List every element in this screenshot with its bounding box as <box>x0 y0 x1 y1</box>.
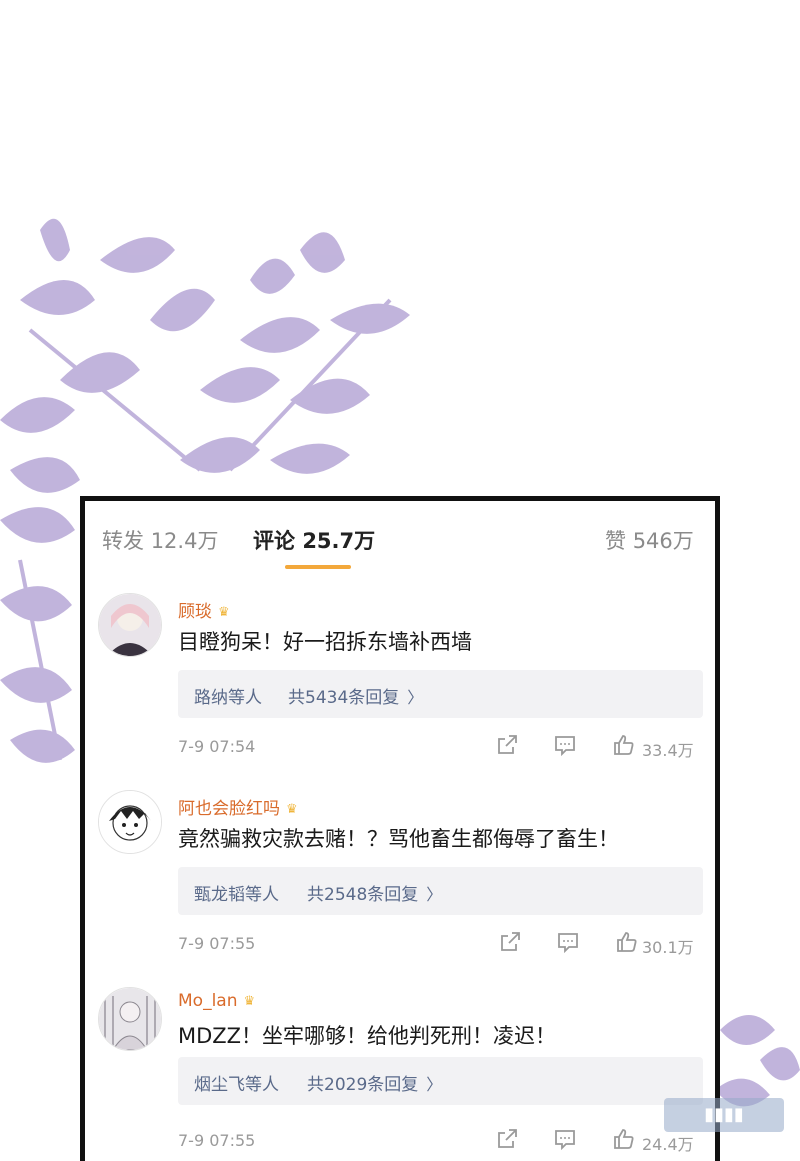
comment-text: MDZZ！坐牢哪够！给他判死刑！凌迟！ <box>178 1024 557 1048</box>
site-watermark: ▮▮▮▮ <box>664 1098 784 1132</box>
comment-item: 阿也会脸红吗 ♛ 竟然骗救灾款去赌！？骂他畜生都侮辱了畜生！ 甄龙韬等人 共254… <box>85 790 715 986</box>
chevron-right-icon: 〉 <box>426 1075 443 1094</box>
avatar[interactable] <box>98 987 162 1051</box>
replies-count-text: 共2548条回复 <box>307 885 419 905</box>
tab-likes-count: 546万 <box>632 529 694 553</box>
tab-reposts-count: 12.4万 <box>150 529 219 553</box>
tab-likes[interactable]: 赞 546万 <box>605 525 694 555</box>
replies-users: 路纳等人 <box>194 688 262 708</box>
username[interactable]: Mo_lan ♛ <box>178 991 255 1011</box>
tab-reposts-label: 转发 <box>102 529 144 553</box>
replies-count: 共2548条回复〉 <box>307 880 442 905</box>
avatar-image-icon <box>99 594 161 656</box>
share-icon[interactable] <box>495 1127 519 1151</box>
tab-comments-label: 评论 <box>253 529 295 553</box>
timestamp: 7-9 07:54 <box>178 737 256 756</box>
like-count: 30.1万 <box>642 938 694 957</box>
like-count: 24.4万 <box>642 1135 694 1154</box>
active-tab-indicator <box>285 565 351 569</box>
replies-users: 烟尘飞等人 <box>194 1075 279 1095</box>
replies-preview[interactable]: 路纳等人 共5434条回复〉 <box>178 670 703 718</box>
timestamp: 7-9 07:55 <box>178 934 256 953</box>
share-icon[interactable] <box>498 930 522 954</box>
comment-item: 顾琰 ♛ 目瞪狗呆！好一招拆东墙补西墙 路纳等人 共5434条回复〉 7-9 07… <box>85 593 715 789</box>
crown-badge-icon: ♛ <box>243 994 256 1009</box>
tab-reposts[interactable]: 转发 12.4万 <box>102 525 218 555</box>
thumbs-up-icon[interactable] <box>615 930 639 954</box>
replies-preview[interactable]: 烟尘飞等人 共2029条回复〉 <box>178 1057 703 1105</box>
username[interactable]: 顾琰 ♛ <box>178 597 230 622</box>
replies-count-text: 共2029条回复 <box>307 1075 419 1095</box>
tab-bar: 转发 12.4万 评论 25.7万 赞 546万 <box>85 501 715 571</box>
thumbs-up-icon[interactable] <box>612 1127 636 1151</box>
replies-count: 共5434条回复〉 <box>288 683 423 708</box>
username-text: Mo_lan <box>178 991 238 1011</box>
username-text: 阿也会脸红吗 <box>178 799 280 819</box>
thumbs-up-icon[interactable] <box>612 733 636 757</box>
chevron-right-icon: 〉 <box>407 688 424 707</box>
username-text: 顾琰 <box>178 602 212 622</box>
timestamp: 7-9 07:55 <box>178 1131 256 1150</box>
comment-icon[interactable] <box>556 930 580 954</box>
replies-count-text: 共5434条回复 <box>288 688 400 708</box>
share-icon[interactable] <box>495 733 519 757</box>
comment-icon[interactable] <box>553 733 577 757</box>
comment-text: 目瞪狗呆！好一招拆东墙补西墙 <box>178 630 472 654</box>
tab-comments[interactable]: 评论 25.7万 <box>253 525 375 555</box>
chevron-right-icon: 〉 <box>426 885 443 904</box>
avatar[interactable] <box>98 593 162 657</box>
tab-likes-label: 赞 <box>605 529 626 553</box>
crown-badge-icon: ♛ <box>286 802 298 817</box>
replies-users: 甄龙韬等人 <box>194 885 279 905</box>
avatar[interactable] <box>98 790 162 854</box>
like-count: 33.4万 <box>642 741 694 760</box>
username[interactable]: 阿也会脸红吗 ♛ <box>178 794 298 819</box>
crown-badge-icon: ♛ <box>218 605 230 620</box>
avatar-image-icon <box>99 791 161 853</box>
comment-text: 竟然骗救灾款去赌！？骂他畜生都侮辱了畜生！ <box>178 827 619 851</box>
replies-preview[interactable]: 甄龙韬等人 共2548条回复〉 <box>178 867 703 915</box>
comments-panel: 转发 12.4万 评论 25.7万 赞 546万 顾琰 ♛ 目瞪狗呆！好一招拆东墙… <box>80 496 720 1161</box>
avatar-image-icon <box>99 988 161 1050</box>
tab-comments-count: 25.7万 <box>302 529 376 553</box>
replies-count: 共2029条回复〉 <box>307 1070 442 1095</box>
comment-item: Mo_lan ♛ MDZZ！坐牢哪够！给他判死刑！凌迟！ 烟尘飞等人 共2029条… <box>85 987 715 1161</box>
comment-icon[interactable] <box>553 1127 577 1151</box>
